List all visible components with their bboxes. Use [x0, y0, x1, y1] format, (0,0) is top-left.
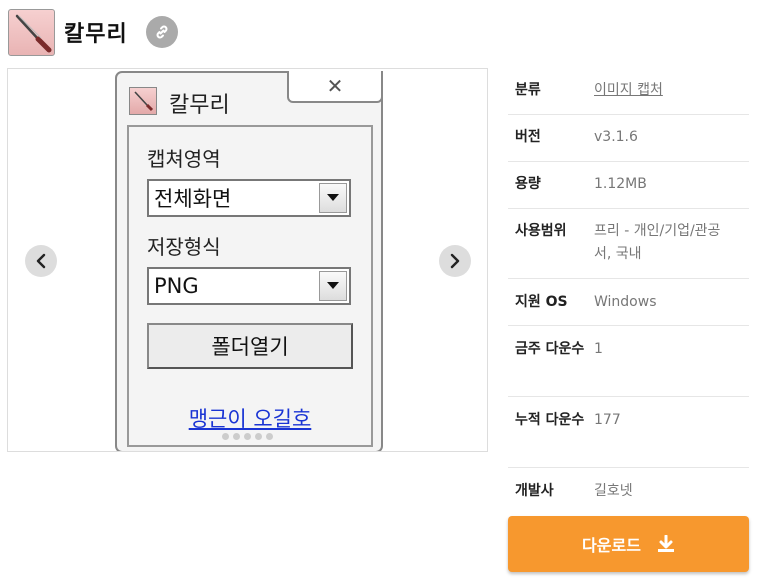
capture-area-label: 캡쳐영역 [147, 147, 221, 171]
slide-dot[interactable] [233, 433, 240, 440]
info-row-size: 용량 1.12MB [508, 162, 749, 209]
next-slide-button[interactable] [439, 245, 471, 277]
window-titlebar: 칼무리 ✕ [117, 71, 383, 119]
info-label: 용량 [515, 176, 541, 192]
info-label: 금주 다운수 [515, 341, 585, 357]
info-value: 이미지 캡처 [594, 79, 749, 114]
knife-icon [8, 8, 55, 56]
previous-slide-button[interactable] [25, 245, 57, 277]
info-label: 지원 OS [515, 294, 568, 310]
download-button[interactable]: 다운로드 [508, 516, 749, 572]
info-row-version: 버전 v3.1.6 [508, 115, 749, 162]
close-icon: ✕ [287, 71, 383, 103]
app-header: 칼무리 [8, 8, 178, 56]
knife-icon [129, 87, 157, 115]
info-row-os: 지원 OS Windows [508, 279, 749, 326]
info-label: 누적 다운수 [515, 412, 585, 428]
category-link[interactable]: 이미지 캡처 [594, 82, 663, 98]
info-value: 177 [594, 412, 621, 428]
save-format-value: PNG [154, 274, 199, 298]
chevron-left-icon [36, 253, 46, 269]
info-label: 사용범위 [515, 223, 567, 239]
info-row-developer: 개발사 길호넷 [508, 468, 749, 512]
save-format-label: 저장형식 [147, 235, 221, 259]
info-value: 1.12MB [594, 176, 647, 192]
info-label: 분류 [515, 82, 541, 98]
info-value: 프리 - 개인/기업/관공서, 국내 [594, 223, 721, 262]
download-label: 다운로드 [582, 536, 641, 555]
info-label: 개발사 [515, 483, 554, 499]
author-link: 맹근이 오길호 [188, 407, 312, 431]
info-row-total-downloads: 누적 다운수 177 [508, 397, 749, 468]
slide-dot[interactable] [222, 433, 229, 440]
save-format-select: PNG [147, 267, 351, 305]
link-icon[interactable] [145, 16, 178, 48]
info-value: Windows [594, 294, 657, 310]
chevron-right-icon [450, 253, 460, 269]
capture-area-value: 전체화면 [154, 187, 232, 211]
download-icon [657, 535, 674, 552]
window-body: 캡쳐영역 전체화면 저장형식 PNG 폴더열기 맹근이 오길호 [127, 125, 373, 447]
chevron-down-icon [319, 183, 347, 213]
info-value: 길호넷 [594, 483, 633, 499]
info-value: 1 [594, 341, 603, 357]
open-folder-button: 폴더열기 [147, 323, 353, 369]
info-table: 분류 이미지 캡처 버전 v3.1.6 용량 1.12MB 사용범위 프리 - … [508, 68, 749, 512]
slide-dot[interactable] [255, 433, 262, 440]
info-label: 버전 [515, 129, 541, 145]
screenshot-window: 칼무리 ✕ 캡쳐영역 전체화면 저장형식 PNG 폴더열기 맹근이 오길호 [115, 71, 383, 451]
app-title: 칼무리 [64, 22, 128, 47]
slide-indicators [222, 433, 273, 440]
info-row-license: 사용범위 프리 - 개인/기업/관공서, 국내 [508, 209, 749, 279]
info-row-category: 분류 이미지 캡처 [508, 68, 749, 115]
screenshot-carousel: 칼무리 ✕ 캡쳐영역 전체화면 저장형식 PNG 폴더열기 맹근이 오길호 [7, 68, 488, 452]
slide-dot[interactable] [266, 433, 273, 440]
info-row-weekly-downloads: 금주 다운수 1 [508, 326, 749, 397]
capture-area-select: 전체화면 [147, 179, 351, 217]
slide-dot[interactable] [244, 433, 251, 440]
info-value: v3.1.6 [594, 129, 638, 145]
chevron-down-icon [319, 271, 347, 301]
window-title: 칼무리 [169, 93, 230, 118]
